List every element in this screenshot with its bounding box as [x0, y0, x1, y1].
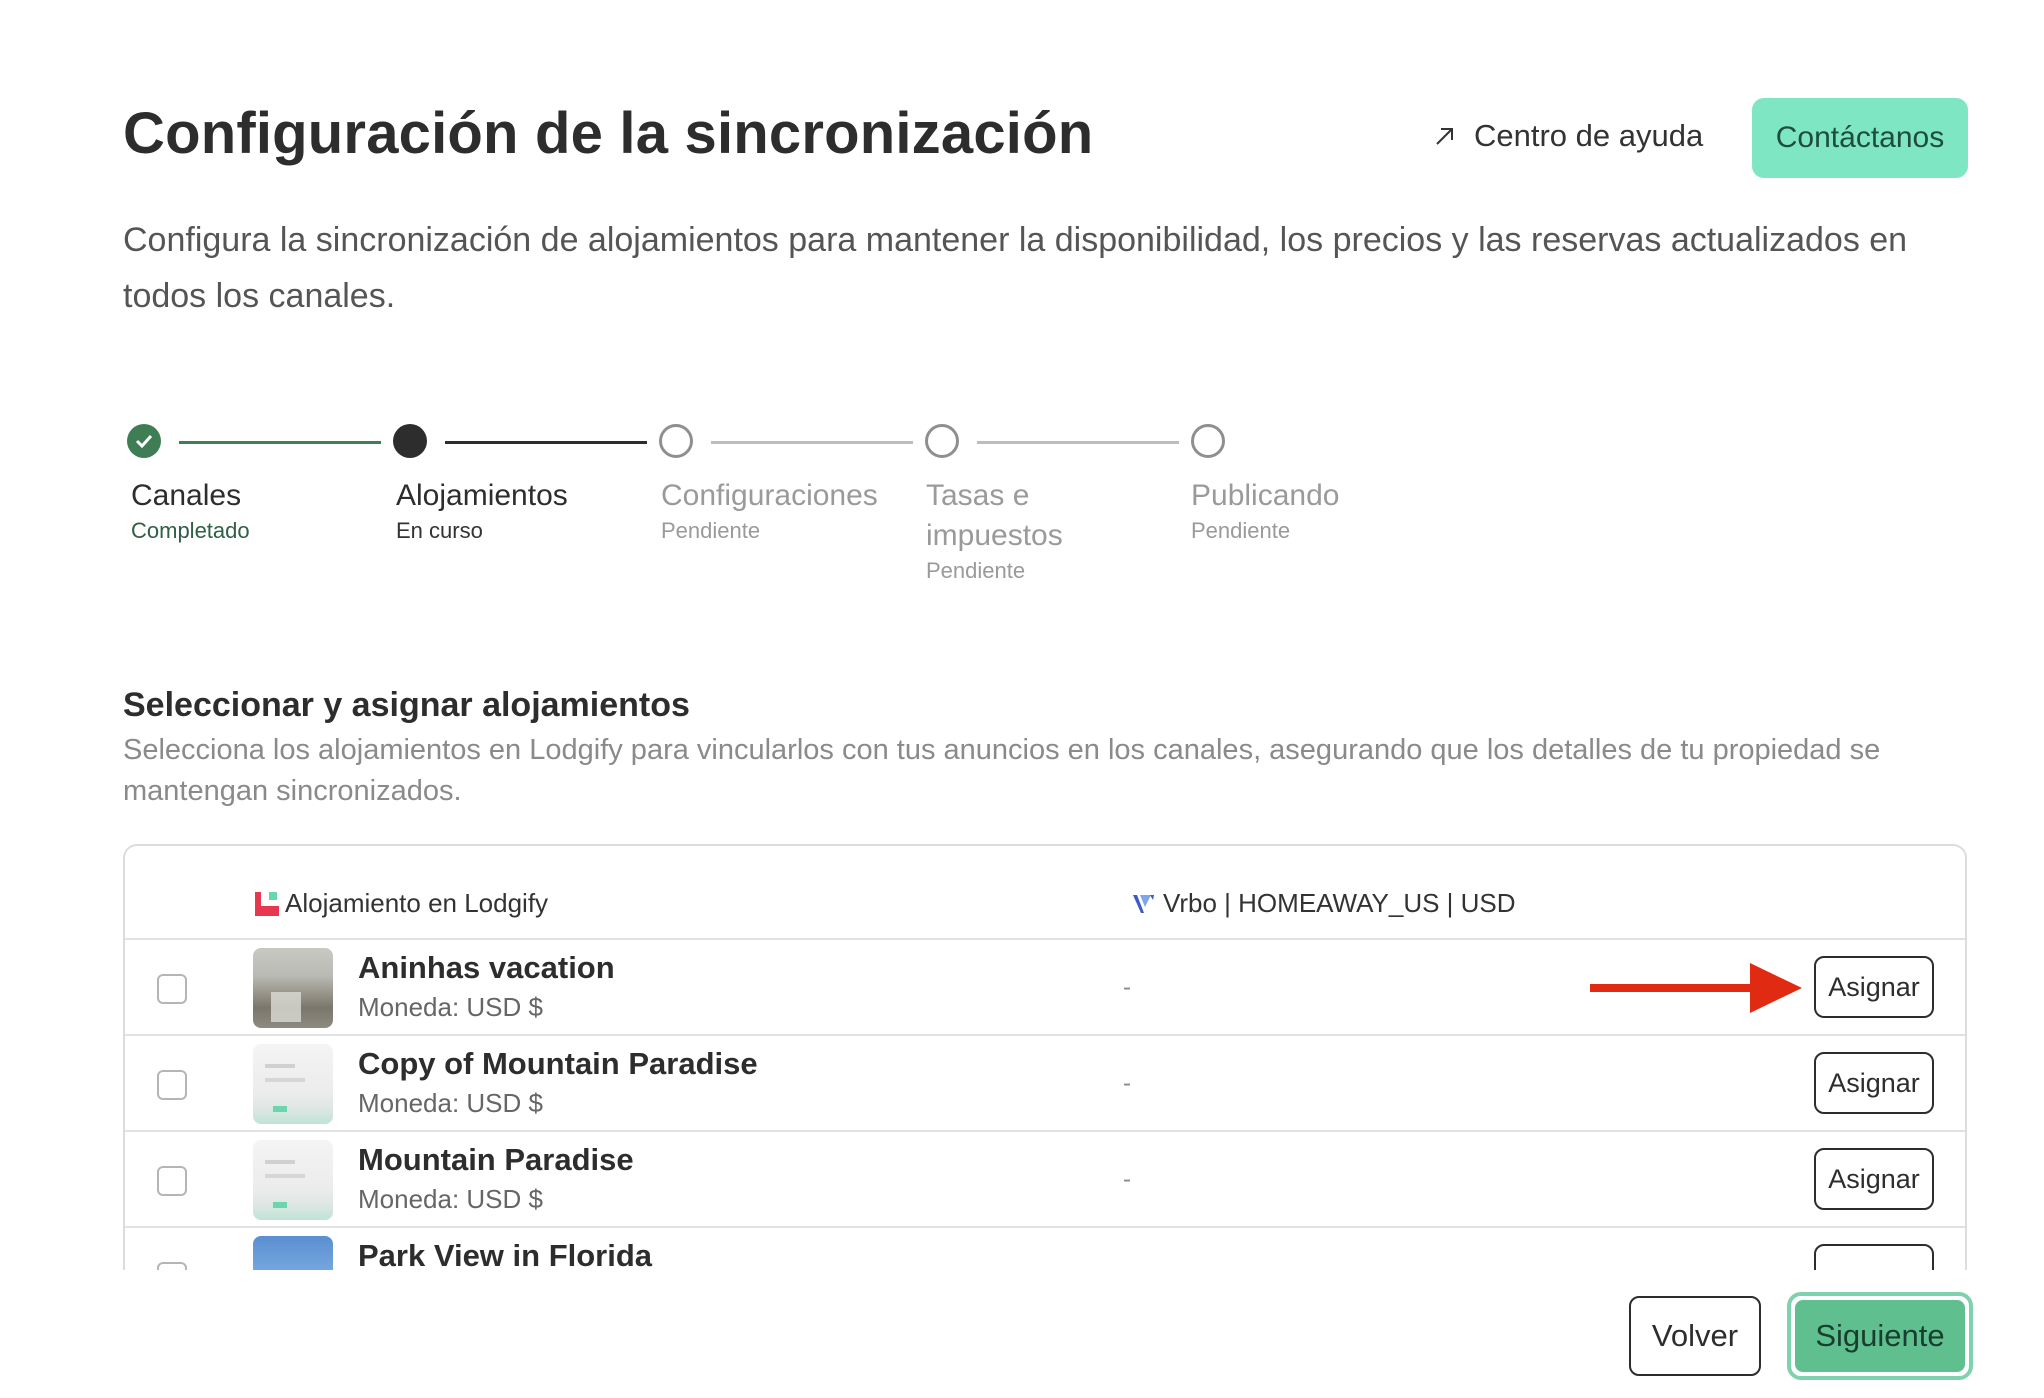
property-name: Copy of Mountain Paradise: [358, 1046, 758, 1081]
property-name: Park View in Florida: [358, 1238, 653, 1270]
step-completed-icon: [127, 424, 161, 458]
next-button[interactable]: Siguiente: [1787, 1292, 1973, 1380]
step-status-publishing: Pendiente: [1191, 518, 1291, 543]
step-pending-icon: [1191, 424, 1225, 458]
page-title: Configuración de la sincronización: [123, 101, 1094, 166]
table-header: Alojamiento en Lodgify Vrbo | HOMEAWAY_U…: [125, 846, 1965, 940]
step-connector: [179, 441, 381, 444]
column-header-lodgify: Alojamiento en Lodgify: [255, 888, 548, 919]
column-header-lodgify-label: Alojamiento en Lodgify: [285, 888, 549, 918]
property-thumbnail: [253, 1044, 333, 1124]
property-name: Mountain Paradise: [358, 1142, 634, 1177]
vrbo-logo-icon: [1133, 894, 1154, 913]
step-title-settings: Configuraciones: [661, 479, 878, 512]
assign-button[interactable]: Asignar: [1814, 1052, 1934, 1114]
help-center-link[interactable]: Centro de ayuda: [1432, 118, 1703, 154]
property-thumbnail: [253, 1236, 333, 1270]
lodgify-logo-icon: [255, 891, 279, 916]
step-status-settings: Pendiente: [661, 518, 761, 543]
property-thumbnail: [253, 1140, 333, 1220]
step-pending-icon: [925, 424, 959, 458]
page-intro: Configura la sincronización de alojamien…: [123, 221, 1908, 315]
row-checkbox[interactable]: [157, 1070, 187, 1100]
contact-button[interactable]: Contáctanos: [1752, 98, 1968, 178]
column-header-channel: Vrbo | HOMEAWAY_US | USD: [1131, 888, 1516, 919]
help-center-label: Centro de ayuda: [1474, 118, 1704, 153]
row-checkbox[interactable]: [157, 974, 187, 1004]
assign-button[interactable]: [1814, 1244, 1934, 1270]
table-row: Copy of Mountain Paradise Moneda: USD $ …: [125, 1036, 1965, 1132]
step-connector: [445, 441, 647, 444]
row-checkbox[interactable]: [157, 1166, 187, 1196]
step-title-channels: Canales: [131, 479, 242, 512]
property-currency: Moneda: USD $: [358, 992, 543, 1022]
step-connector: [977, 441, 1179, 444]
property-thumbnail: [253, 948, 333, 1028]
assign-button[interactable]: Asignar: [1814, 1148, 1934, 1210]
step-title-taxes: Tasas e impuestos: [926, 479, 1063, 552]
column-header-channel-label: Vrbo | HOMEAWAY_US | USD: [1163, 888, 1516, 918]
assign-button[interactable]: Asignar: [1814, 956, 1934, 1018]
step-status-taxes: Pendiente: [926, 558, 1026, 583]
table-row: Aninhas vacation Moneda: USD $ - Asignar: [125, 940, 1965, 1036]
section-description: Selecciona los alojamientos en Lodgify p…: [123, 734, 1881, 807]
back-button[interactable]: Volver: [1629, 1296, 1761, 1376]
row-checkbox[interactable]: [157, 1262, 187, 1270]
step-current-icon: [393, 424, 427, 458]
step-pending-icon: [659, 424, 693, 458]
step-title-publishing: Publicando: [1191, 479, 1340, 512]
channel-listing-value: -: [1123, 1070, 1131, 1097]
arrow-up-right-icon: [1436, 128, 1453, 145]
channel-listing-value: -: [1123, 1166, 1131, 1193]
red-arrow-icon: [1590, 963, 1802, 1013]
table-row: Park View in Florida: [125, 1228, 1965, 1270]
property-currency: Moneda: USD $: [358, 1088, 543, 1118]
next-button-label: Siguiente: [1795, 1300, 1965, 1372]
step-connector: [711, 441, 913, 444]
step-status-properties: En curso: [396, 518, 483, 543]
section-title: Seleccionar y asignar alojamientos: [123, 686, 690, 724]
table-row: Mountain Paradise Moneda: USD $ - Asigna…: [125, 1132, 1965, 1228]
step-title-properties: Alojamientos: [396, 479, 568, 512]
property-currency: Moneda: USD $: [358, 1184, 543, 1214]
step-status-channels: Completado: [131, 518, 250, 543]
property-name: Aninhas vacation: [358, 950, 615, 985]
properties-table: Alojamiento en Lodgify Vrbo | HOMEAWAY_U…: [123, 844, 1967, 1270]
channel-listing-value: -: [1123, 974, 1131, 1001]
